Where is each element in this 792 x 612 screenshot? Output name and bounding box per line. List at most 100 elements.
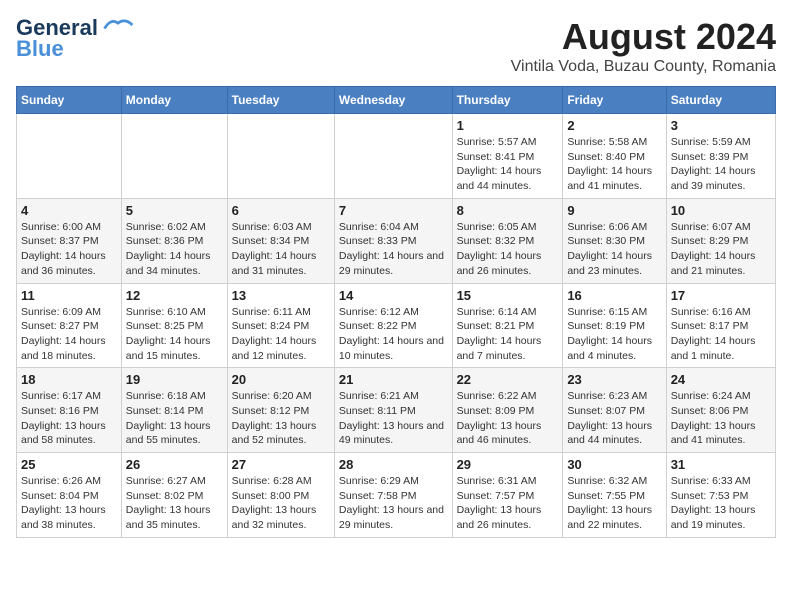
col-header-thursday: Thursday	[452, 87, 563, 114]
calendar-cell: 19 Sunrise: 6:18 AM Sunset: 8:14 PM Dayli…	[121, 368, 227, 453]
day-info: Sunrise: 6:11 AM Sunset: 8:24 PM Dayligh…	[232, 305, 330, 364]
day-number: 15	[457, 288, 559, 303]
calendar-cell: 31 Sunrise: 6:33 AM Sunset: 7:53 PM Dayli…	[666, 453, 775, 538]
calendar-cell: 18 Sunrise: 6:17 AM Sunset: 8:16 PM Dayli…	[17, 368, 122, 453]
calendar-cell: 6 Sunrise: 6:03 AM Sunset: 8:34 PM Daylig…	[227, 198, 334, 283]
day-number: 30	[567, 457, 661, 472]
logo: General Blue	[16, 16, 136, 62]
calendar-cell: 27Sunrise: 6:28 AM Sunset: 8:00 PM Dayli…	[227, 453, 334, 538]
day-number: 28	[339, 457, 448, 472]
calendar-week-row: 4 Sunrise: 6:00 AM Sunset: 8:37 PM Daylig…	[17, 198, 776, 283]
calendar-cell: 16Sunrise: 6:15 AM Sunset: 8:19 PM Dayli…	[563, 283, 666, 368]
calendar-cell: 1 Sunrise: 5:57 AM Sunset: 8:41 PM Daylig…	[452, 114, 563, 199]
day-info: Sunrise: 6:27 AM Sunset: 8:02 PM Dayligh…	[126, 474, 223, 533]
day-number: 31	[671, 457, 771, 472]
day-number: 19	[126, 372, 223, 387]
day-number: 25	[21, 457, 117, 472]
day-number: 20	[232, 372, 330, 387]
calendar-cell: 5Sunrise: 6:02 AM Sunset: 8:36 PM Daylig…	[121, 198, 227, 283]
day-info: Sunrise: 6:24 AM Sunset: 8:06 PM Dayligh…	[671, 389, 771, 448]
calendar-table: SundayMondayTuesdayWednesdayThursdayFrid…	[16, 86, 776, 538]
day-info: Sunrise: 6:14 AM Sunset: 8:21 PM Dayligh…	[457, 305, 559, 364]
page-title: August 2024	[511, 16, 776, 58]
day-number: 26	[126, 457, 223, 472]
day-info: Sunrise: 6:03 AM Sunset: 8:34 PM Dayligh…	[232, 220, 330, 279]
day-info: Sunrise: 6:10 AM Sunset: 8:25 PM Dayligh…	[126, 305, 223, 364]
day-number: 7	[339, 203, 448, 218]
day-info: Sunrise: 6:06 AM Sunset: 8:30 PM Dayligh…	[567, 220, 661, 279]
day-info: Sunrise: 6:21 AM Sunset: 8:11 PM Dayligh…	[339, 389, 448, 448]
day-number: 27	[232, 457, 330, 472]
day-number: 12	[126, 288, 223, 303]
day-info: Sunrise: 6:16 AM Sunset: 8:17 PM Dayligh…	[671, 305, 771, 364]
day-info: Sunrise: 6:23 AM Sunset: 8:07 PM Dayligh…	[567, 389, 661, 448]
calendar-cell: 26 Sunrise: 6:27 AM Sunset: 8:02 PM Dayli…	[121, 453, 227, 538]
calendar-cell	[17, 114, 122, 199]
calendar-cell: 13 Sunrise: 6:11 AM Sunset: 8:24 PM Dayli…	[227, 283, 334, 368]
calendar-cell: 28 Sunrise: 6:29 AM Sunset: 7:58 PM Dayli…	[334, 453, 452, 538]
day-number: 16	[567, 288, 661, 303]
day-info: Sunrise: 5:58 AM Sunset: 8:40 PM Dayligh…	[567, 135, 661, 194]
calendar-week-row: 1 Sunrise: 5:57 AM Sunset: 8:41 PM Daylig…	[17, 114, 776, 199]
day-number: 11	[21, 288, 117, 303]
day-info: Sunrise: 6:09 AM Sunset: 8:27 PM Dayligh…	[21, 305, 117, 364]
day-number: 29	[457, 457, 559, 472]
day-number: 6	[232, 203, 330, 218]
calendar-cell	[121, 114, 227, 199]
calendar-cell: 21 Sunrise: 6:21 AM Sunset: 8:11 PM Dayli…	[334, 368, 452, 453]
day-info: Sunrise: 6:20 AM Sunset: 8:12 PM Dayligh…	[232, 389, 330, 448]
day-number: 18	[21, 372, 117, 387]
day-info: Sunrise: 5:59 AM Sunset: 8:39 PM Dayligh…	[671, 135, 771, 194]
col-header-tuesday: Tuesday	[227, 87, 334, 114]
calendar-week-row: 11 Sunrise: 6:09 AM Sunset: 8:27 PM Dayli…	[17, 283, 776, 368]
day-info: Sunrise: 6:07 AM Sunset: 8:29 PM Dayligh…	[671, 220, 771, 279]
calendar-cell	[227, 114, 334, 199]
day-number: 8	[457, 203, 559, 218]
calendar-cell: 17 Sunrise: 6:16 AM Sunset: 8:17 PM Dayli…	[666, 283, 775, 368]
day-number: 1	[457, 118, 559, 133]
day-info: Sunrise: 6:22 AM Sunset: 8:09 PM Dayligh…	[457, 389, 559, 448]
day-info: Sunrise: 6:02 AM Sunset: 8:36 PM Dayligh…	[126, 220, 223, 279]
day-number: 17	[671, 288, 771, 303]
calendar-cell: 29 Sunrise: 6:31 AM Sunset: 7:57 PM Dayli…	[452, 453, 563, 538]
calendar-cell: 20 Sunrise: 6:20 AM Sunset: 8:12 PM Dayli…	[227, 368, 334, 453]
col-header-saturday: Saturday	[666, 87, 775, 114]
calendar-cell: 23 Sunrise: 6:23 AM Sunset: 8:07 PM Dayli…	[563, 368, 666, 453]
calendar-cell: 22 Sunrise: 6:22 AM Sunset: 8:09 PM Dayli…	[452, 368, 563, 453]
calendar-cell: 10Sunrise: 6:07 AM Sunset: 8:29 PM Dayli…	[666, 198, 775, 283]
col-header-wednesday: Wednesday	[334, 87, 452, 114]
calendar-cell: 15 Sunrise: 6:14 AM Sunset: 8:21 PM Dayli…	[452, 283, 563, 368]
day-info: Sunrise: 6:05 AM Sunset: 8:32 PM Dayligh…	[457, 220, 559, 279]
title-area: August 2024 Vintila Voda, Buzau County, …	[511, 16, 776, 76]
day-info: Sunrise: 6:33 AM Sunset: 7:53 PM Dayligh…	[671, 474, 771, 533]
calendar-cell: 7Sunrise: 6:04 AM Sunset: 8:33 PM Daylig…	[334, 198, 452, 283]
day-info: Sunrise: 6:00 AM Sunset: 8:37 PM Dayligh…	[21, 220, 117, 279]
calendar-cell: 9Sunrise: 6:06 AM Sunset: 8:30 PM Daylig…	[563, 198, 666, 283]
logo-blue: Blue	[16, 36, 64, 62]
calendar-cell: 12 Sunrise: 6:10 AM Sunset: 8:25 PM Dayli…	[121, 283, 227, 368]
calendar-cell: 11 Sunrise: 6:09 AM Sunset: 8:27 PM Dayli…	[17, 283, 122, 368]
col-header-sunday: Sunday	[17, 87, 122, 114]
day-info: Sunrise: 6:32 AM Sunset: 7:55 PM Dayligh…	[567, 474, 661, 533]
day-info: Sunrise: 6:17 AM Sunset: 8:16 PM Dayligh…	[21, 389, 117, 448]
day-number: 13	[232, 288, 330, 303]
day-number: 23	[567, 372, 661, 387]
calendar-cell: 4 Sunrise: 6:00 AM Sunset: 8:37 PM Daylig…	[17, 198, 122, 283]
col-header-friday: Friday	[563, 87, 666, 114]
calendar-cell: 14Sunrise: 6:12 AM Sunset: 8:22 PM Dayli…	[334, 283, 452, 368]
calendar-cell: 30 Sunrise: 6:32 AM Sunset: 7:55 PM Dayli…	[563, 453, 666, 538]
day-info: Sunrise: 6:29 AM Sunset: 7:58 PM Dayligh…	[339, 474, 448, 533]
day-number: 22	[457, 372, 559, 387]
calendar-week-row: 25Sunrise: 6:26 AM Sunset: 8:04 PM Dayli…	[17, 453, 776, 538]
day-info: Sunrise: 5:57 AM Sunset: 8:41 PM Dayligh…	[457, 135, 559, 194]
page-subtitle: Vintila Voda, Buzau County, Romania	[511, 58, 776, 76]
day-number: 21	[339, 372, 448, 387]
day-info: Sunrise: 6:31 AM Sunset: 7:57 PM Dayligh…	[457, 474, 559, 533]
day-number: 4	[21, 203, 117, 218]
day-number: 3	[671, 118, 771, 133]
calendar-cell: 25Sunrise: 6:26 AM Sunset: 8:04 PM Dayli…	[17, 453, 122, 538]
calendar-week-row: 18 Sunrise: 6:17 AM Sunset: 8:16 PM Dayli…	[17, 368, 776, 453]
day-number: 24	[671, 372, 771, 387]
day-info: Sunrise: 6:18 AM Sunset: 8:14 PM Dayligh…	[126, 389, 223, 448]
calendar-cell	[334, 114, 452, 199]
